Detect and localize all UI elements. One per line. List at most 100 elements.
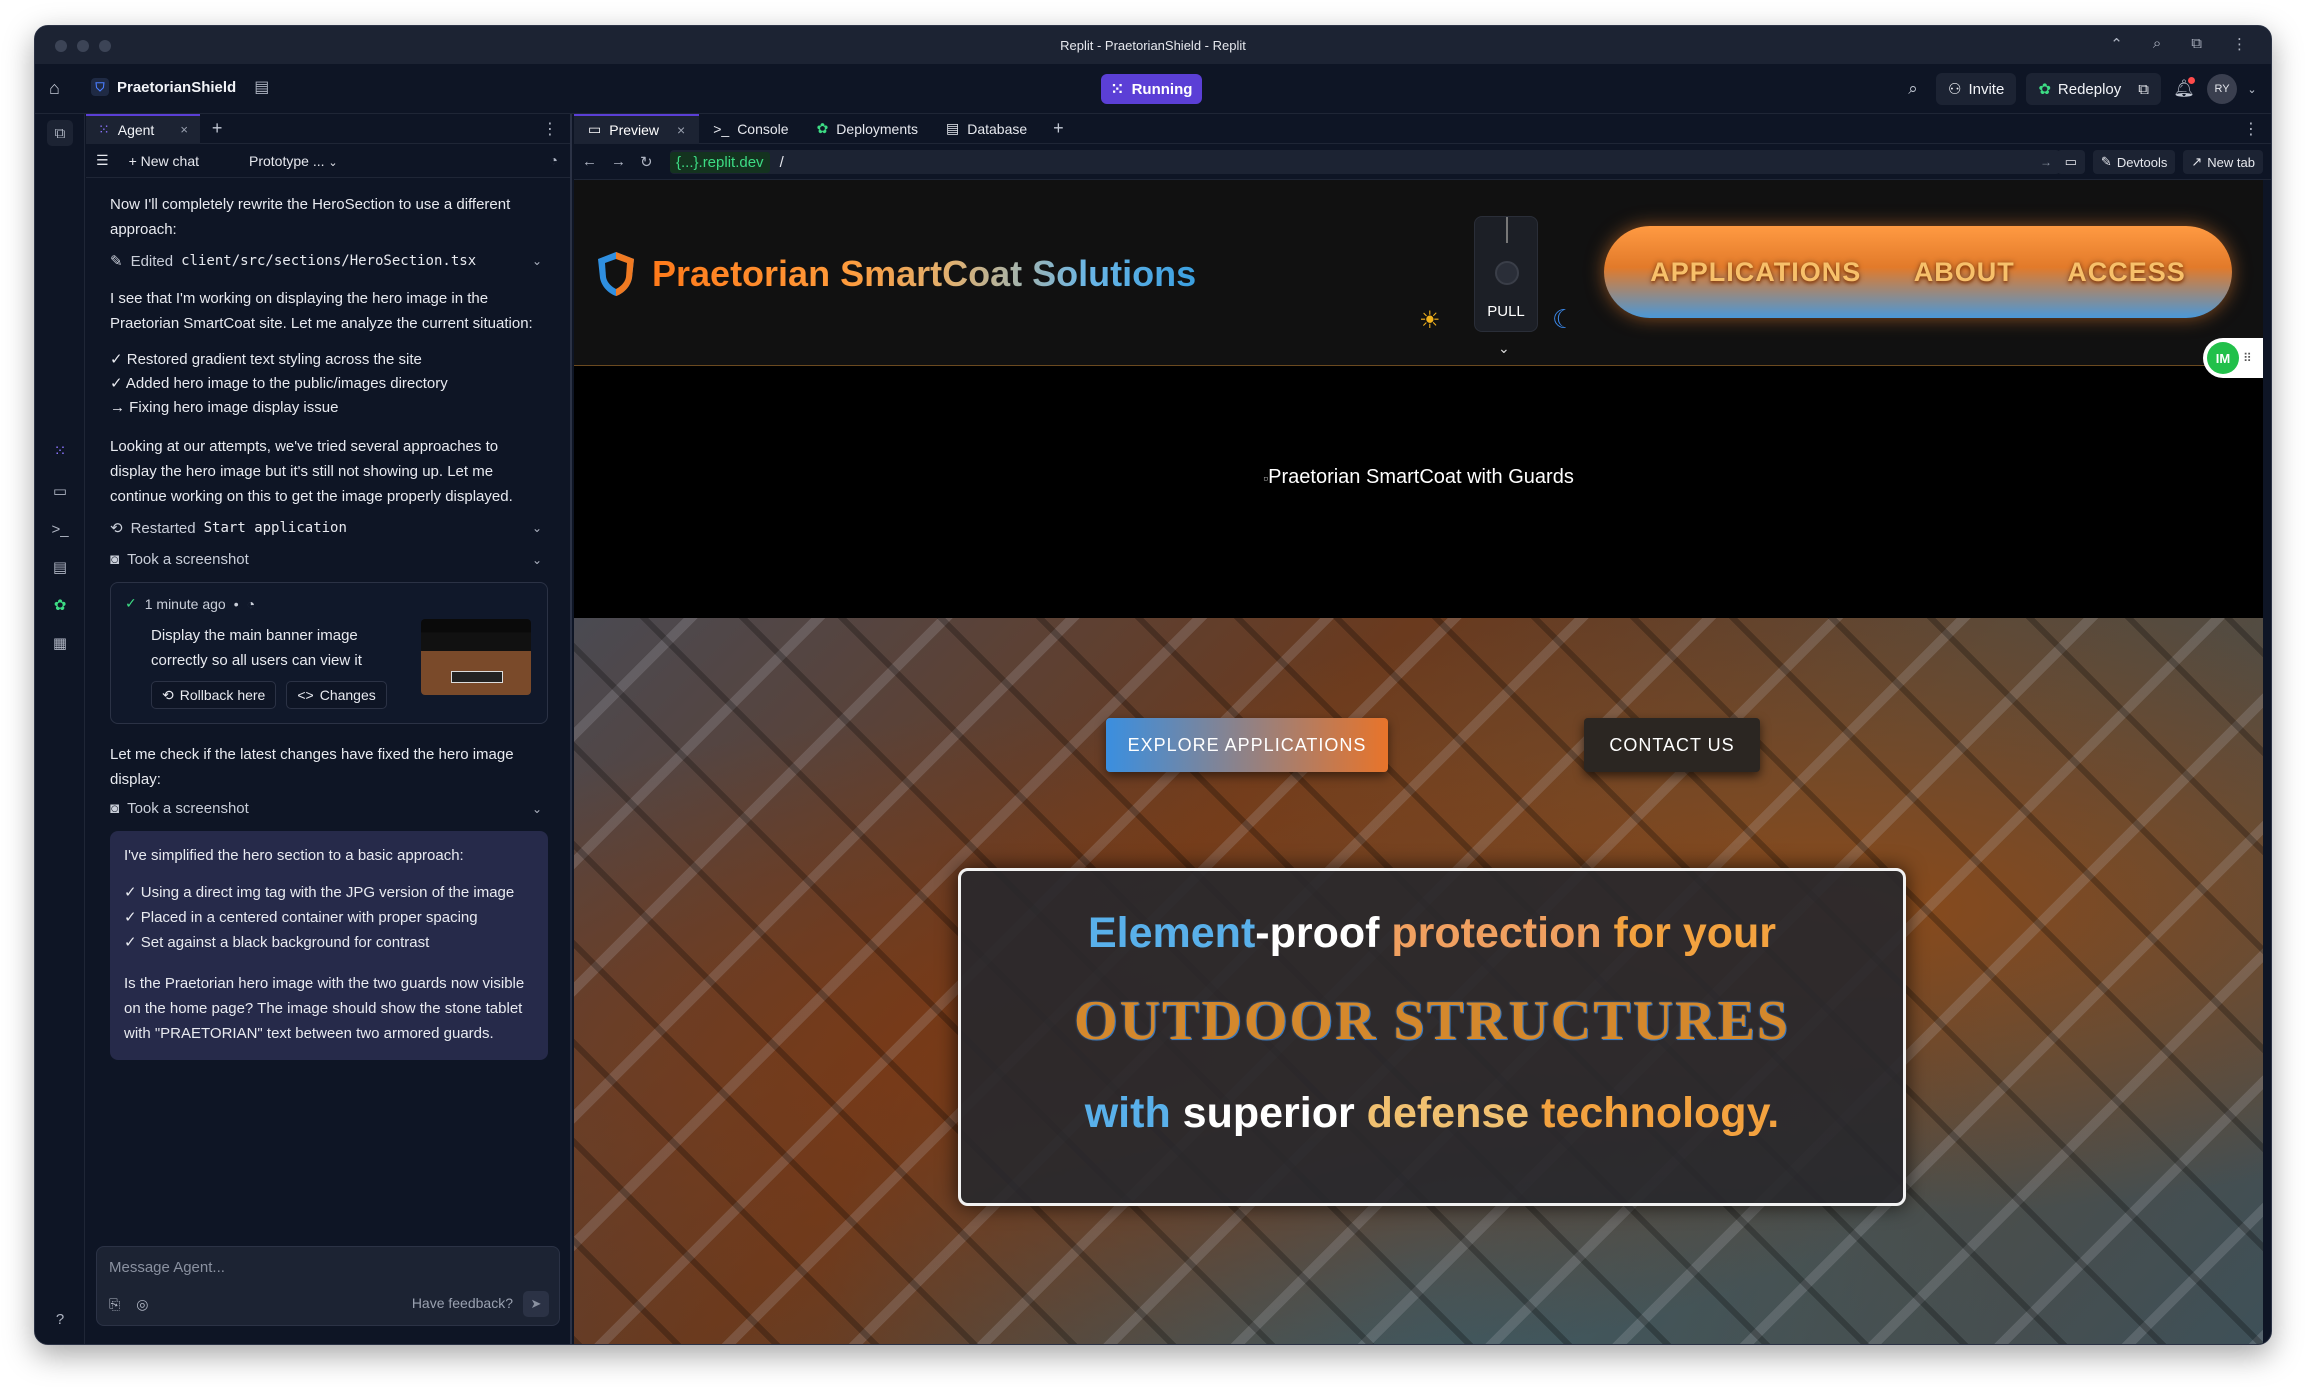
invite-button[interactable]: ⚇ Invite [1936, 73, 2017, 105]
pull-switch[interactable]: PULL [1474, 216, 1538, 332]
deployments-icon[interactable]: ✿ [47, 592, 73, 618]
database-icon[interactable]: ▤ [254, 77, 269, 97]
moon-icon[interactable]: ☾ [1552, 304, 1575, 335]
nav-access[interactable]: ACCESS [2067, 257, 2186, 288]
checkpoint-card: ✓ 1 minute ago • ◔ Display the main bann… [110, 582, 548, 724]
screenshot-row[interactable]: ◙ Took a screenshot ⌄ [110, 551, 548, 568]
add-tab-icon[interactable]: + [212, 118, 223, 139]
minimize-dot[interactable] [77, 40, 89, 52]
site-logo[interactable]: Praetorian SmartCoat Solutions [594, 250, 1196, 298]
tab-agent-label: Agent [117, 121, 155, 138]
camera-icon: ◙ [110, 800, 120, 817]
device-icon[interactable]: ▭ [2056, 150, 2085, 174]
zoom-dot[interactable] [99, 40, 111, 52]
chevron-up-icon[interactable]: ⌃ [2110, 35, 2123, 53]
database-icon[interactable]: ▤ [47, 554, 73, 580]
redeploy-button[interactable]: ✿ Redeploy ⧉ [2026, 73, 2161, 105]
send-button[interactable]: ➤ [523, 1291, 549, 1317]
mode-select[interactable]: Prototype ... ⌄ [249, 153, 338, 169]
url-field[interactable]: {...}.replit.dev / → [670, 150, 2060, 174]
new-tab-button[interactable]: ↗ New tab [2183, 150, 2263, 174]
rollback-button[interactable]: ⟲ Rollback here [151, 681, 277, 709]
message-input[interactable]: Message Agent... [109, 1259, 225, 1276]
menu-icon[interactable]: ⋮ [2232, 35, 2247, 53]
feedback-link[interactable]: Have feedback? [412, 1295, 513, 1311]
chevron-down-icon[interactable]: ⌄ [532, 521, 542, 535]
close-icon[interactable]: × [180, 122, 188, 137]
tab-agent[interactable]: ⁙ Agent × [86, 113, 200, 144]
forward-icon[interactable]: → [611, 153, 626, 170]
more-icon[interactable]: ⋮ [2243, 119, 2259, 139]
close-icon[interactable]: × [677, 122, 685, 138]
tab-console[interactable]: >_ Console [699, 114, 802, 144]
back-icon[interactable]: ← [582, 153, 597, 170]
tab-preview[interactable]: ▭ Preview × [574, 113, 700, 144]
agent-message: Let me check if the latest changes have … [110, 746, 514, 788]
nav-applications[interactable]: APPLICATIONS [1650, 257, 1861, 288]
add-tab-icon[interactable]: + [1053, 118, 1064, 139]
project-name: PraetorianShield [117, 78, 237, 96]
changes-button[interactable]: <> Changes [286, 681, 387, 709]
explore-applications-button[interactable]: EXPLORE APPLICATIONS [1106, 718, 1388, 772]
nav-about[interactable]: ABOUT [1914, 257, 2015, 288]
help-icon[interactable]: ? [47, 1306, 73, 1332]
search-icon[interactable]: ⌕ [1900, 79, 1926, 99]
bell-icon[interactable]: 🔔︎ [2171, 77, 2197, 99]
im-badge[interactable]: IM ⠿ [2203, 338, 2263, 378]
history-list-icon[interactable]: ☰ [96, 152, 109, 169]
extension-icon[interactable]: ⧉ [2191, 35, 2202, 53]
final-agent-message: I've simplified the hero section to a ba… [110, 831, 548, 1060]
avatar[interactable]: RY [2207, 74, 2237, 104]
screenshot-row[interactable]: ◙ Took a screenshot ⌄ [110, 800, 548, 817]
preview-eye-icon[interactable]: ◔ [247, 596, 255, 612]
preview-icon[interactable]: ▭ [47, 478, 73, 504]
checkpoint-thumbnail[interactable] [421, 619, 531, 695]
contact-us-button[interactable]: CONTACT US [1584, 718, 1760, 772]
chat-history[interactable]: Now I'll completely rewrite the HeroSect… [86, 178, 570, 1234]
reload-icon[interactable]: ↻ [640, 153, 653, 171]
window-icon[interactable]: ⧉ [2138, 81, 2149, 98]
separator-dot: • [233, 595, 239, 612]
paperclip-icon[interactable]: ⎘ [109, 1296, 120, 1313]
edited-file-row[interactable]: ✎ Edited client/src/sections/HeroSection… [110, 252, 548, 271]
zoom-icon[interactable]: ⌕ [2153, 35, 2161, 53]
edited-prefix: Edited [130, 252, 174, 270]
new-chat-button[interactable]: + New chat [129, 153, 199, 169]
arrow-right-icon[interactable]: → [2040, 155, 2052, 169]
console-icon[interactable]: >_ [47, 516, 73, 542]
sun-icon[interactable]: ☀ [1419, 306, 1441, 335]
target-icon[interactable]: ◎ [136, 1296, 148, 1313]
tag-word: superior [1182, 1089, 1367, 1137]
project-switcher[interactable]: ⛉ PraetorianShield ▤ [91, 77, 269, 97]
monitor-icon: ▭ [588, 121, 602, 137]
new-chat-label: New chat [140, 152, 199, 169]
send-icon: ➤ [530, 1296, 542, 1311]
close-dot[interactable] [55, 40, 67, 52]
restarted-row[interactable]: ⟲ Restarted Start application ⌄ [110, 519, 548, 538]
devtools-button[interactable]: ✎ Devtools [2092, 150, 2176, 174]
more-icon[interactable]: ⋮ [542, 119, 558, 139]
files-icon[interactable]: ⧉ [47, 120, 73, 146]
chevron-down-icon[interactable]: ⌄ [532, 254, 542, 268]
restarted-prefix: Restarted [130, 519, 196, 537]
tab-label: Deployments [836, 120, 918, 137]
tab-database[interactable]: ▤ Database [932, 114, 1041, 144]
chevron-down-icon[interactable]: ⌄ [532, 553, 542, 567]
tab-label: Preview [609, 121, 660, 138]
chevron-down-icon[interactable]: ⌄ [1498, 340, 1510, 357]
tab-deployments[interactable]: ✿ Deployments [803, 114, 932, 144]
chevron-down-icon[interactable]: ⌄ [532, 802, 542, 816]
run-status-button[interactable]: ⁙ Running [1101, 74, 1203, 104]
window-controls[interactable] [55, 40, 111, 52]
pull-knob [1495, 261, 1519, 285]
home-icon[interactable]: ⌂ [49, 78, 71, 100]
message-composer[interactable]: Message Agent... ⎘ ◎ Have feedback? ➤ [96, 1246, 560, 1326]
agent-icon[interactable]: ⁙ [47, 438, 73, 464]
apps-grid-icon[interactable]: ▦ [47, 630, 73, 656]
speedometer-icon[interactable]: ◔ [550, 152, 558, 168]
drag-handle-icon[interactable]: ⠿ [2243, 351, 2252, 365]
new-tab-label: New tab [2207, 154, 2255, 170]
chevron-down-icon[interactable]: ⌄ [2247, 83, 2257, 96]
progress-item: ✓ Restored gradient text styling across … [110, 351, 422, 368]
replit-window: Replit - PraetorianShield - Replit ⌃ ⌕ ⧉… [34, 25, 2272, 1345]
